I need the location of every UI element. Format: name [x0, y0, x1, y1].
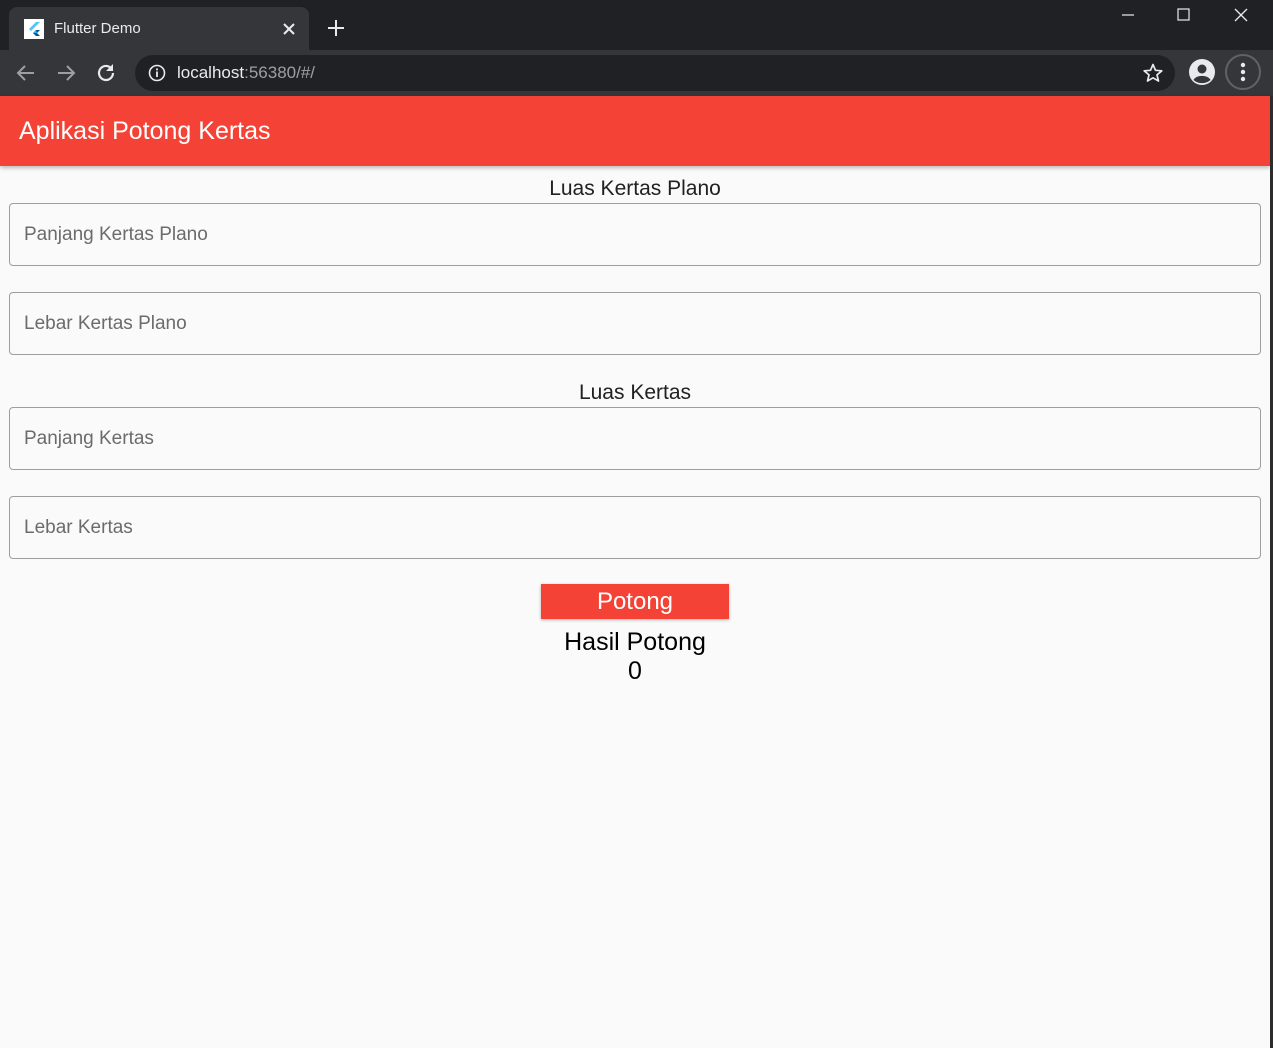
plano-section-label: Luas Kertas Plano [549, 177, 721, 200]
plano-width-input[interactable] [10, 293, 1260, 354]
tab-title: Flutter Demo [54, 20, 141, 37]
more-vert-dots [1240, 62, 1246, 82]
reload-icon[interactable] [93, 60, 119, 86]
url-path: :56380/#/ [244, 63, 316, 82]
close-icon[interactable] [279, 19, 299, 39]
info-icon[interactable] [148, 64, 166, 82]
browser-tab[interactable]: Flutter Demo [9, 7, 309, 50]
account-circle-icon[interactable] [1188, 58, 1216, 86]
browser-toolbar: localhost:56380/#/ [0, 50, 1273, 96]
paper-length-field[interactable] [9, 407, 1261, 470]
cut-button[interactable]: Potong [541, 584, 729, 619]
window-close-icon[interactable] [1212, 0, 1268, 32]
app-bar: Aplikasi Potong Kertas [0, 96, 1270, 166]
maximize-icon[interactable] [1155, 0, 1211, 32]
arrow-left-icon[interactable] [13, 60, 39, 86]
page-viewport: Aplikasi Potong Kertas Luas Kertas Plano… [0, 96, 1270, 1048]
star-icon[interactable] [1142, 62, 1164, 84]
plano-length-input[interactable] [10, 204, 1260, 265]
result-value: 0 [628, 657, 642, 685]
plus-icon[interactable] [325, 17, 347, 39]
result-label: Hasil Potong [564, 628, 706, 656]
tab-strip: Flutter Demo [0, 0, 1273, 50]
page-title: Aplikasi Potong Kertas [19, 117, 271, 145]
plano-length-field[interactable] [9, 203, 1261, 266]
minimize-icon[interactable] [1100, 0, 1156, 32]
paper-width-input[interactable] [10, 497, 1260, 558]
address-bar[interactable]: localhost:56380/#/ [135, 55, 1175, 91]
arrow-right-icon[interactable] [53, 60, 79, 86]
paper-length-input[interactable] [10, 408, 1260, 469]
url-text: localhost:56380/#/ [177, 63, 315, 83]
paper-section-label: Luas Kertas [578, 381, 692, 404]
more-vert-icon[interactable] [1225, 54, 1261, 90]
browser-window: Flutter Demo localhost:56380/#/ Aplikasi… [0, 0, 1273, 1048]
url-host: localhost [177, 63, 245, 82]
paper-width-field[interactable] [9, 496, 1261, 559]
plano-width-field[interactable] [9, 292, 1261, 355]
flutter-logo-icon [24, 19, 44, 39]
